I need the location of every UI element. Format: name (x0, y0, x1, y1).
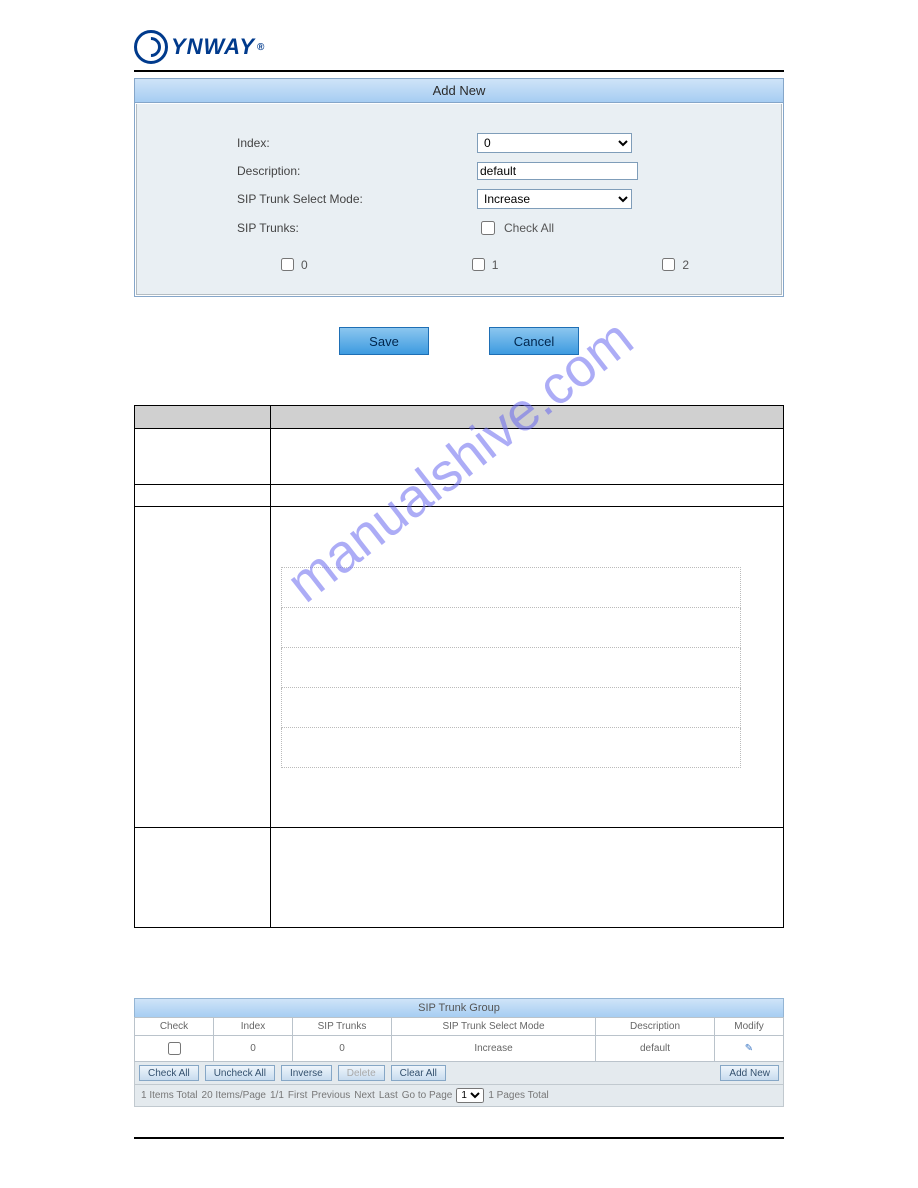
description-label: Description: (137, 164, 477, 178)
logo-icon (134, 30, 168, 64)
th-siptrunks: SIP Trunks (293, 1018, 392, 1036)
logo: YNWAY ® (0, 0, 918, 70)
trunk-2-label: 2 (682, 258, 689, 272)
delete-button[interactable]: Delete (338, 1065, 385, 1081)
select-mode-label: SIP Trunk Select Mode: (137, 192, 477, 206)
spec-inner-grid (281, 567, 741, 767)
cell-siptrunks: 0 (293, 1036, 392, 1062)
row-check[interactable] (168, 1042, 181, 1055)
cell-index: 0 (214, 1036, 293, 1062)
pager-last[interactable]: Last (379, 1090, 398, 1101)
index-select[interactable]: 0 (477, 133, 632, 153)
cancel-button[interactable]: Cancel (489, 327, 579, 355)
logo-text: YNWAY (171, 34, 255, 60)
inverse-button[interactable]: Inverse (281, 1065, 332, 1081)
cell-selectmode: Increase (392, 1036, 596, 1062)
check-all-button[interactable]: Check All (139, 1065, 199, 1081)
pager-frac: 1/1 (270, 1090, 284, 1101)
trunk-0-label: 0 (301, 258, 308, 272)
sip-trunks-label: SIP Trunks: (137, 221, 477, 235)
pager-previous[interactable]: Previous (311, 1090, 350, 1101)
pager-items-total: 1 Items Total (141, 1090, 198, 1101)
index-label: Index: (137, 136, 477, 150)
check-all-label: Check All (504, 221, 554, 235)
pager-goto-label: Go to Page (402, 1090, 453, 1101)
save-button[interactable]: Save (339, 327, 429, 355)
trunk-2-checkbox[interactable] (662, 258, 675, 271)
uncheck-all-button[interactable]: Uncheck All (205, 1065, 275, 1081)
trunk-1-label: 1 (492, 258, 499, 272)
pager: 1 Items Total 20 Items/Page 1/1 First Pr… (134, 1085, 784, 1107)
clear-all-button[interactable]: Clear All (391, 1065, 446, 1081)
trunk-0-checkbox[interactable] (281, 258, 294, 271)
th-index: Index (214, 1018, 293, 1036)
modify-icon[interactable]: ✎ (715, 1036, 784, 1062)
th-modify: Modify (715, 1018, 784, 1036)
description-input[interactable] (477, 162, 638, 180)
trunk-group-table: Check Index SIP Trunks SIP Trunk Select … (134, 1017, 784, 1062)
add-new-title: Add New (135, 79, 783, 103)
spec-table (134, 405, 784, 928)
logo-reg: ® (257, 42, 264, 53)
select-mode-select[interactable]: Increase (477, 189, 632, 209)
pager-perpage: 20 Items/Page (202, 1090, 266, 1101)
pager-goto-select[interactable]: 1 (456, 1088, 484, 1103)
th-description: Description (596, 1018, 715, 1036)
trunk-1-checkbox[interactable] (472, 258, 485, 271)
pager-first[interactable]: First (288, 1090, 307, 1101)
th-selectmode: SIP Trunk Select Mode (392, 1018, 596, 1036)
cell-description: default (596, 1036, 715, 1062)
th-check: Check (135, 1018, 214, 1036)
pager-next[interactable]: Next (354, 1090, 375, 1101)
add-new-panel: Add New Index: 0 Description: SIP Trunk … (134, 78, 784, 297)
check-all-checkbox[interactable] (481, 221, 495, 235)
add-new-button[interactable]: Add New (720, 1065, 779, 1081)
pager-pages-total: 1 Pages Total (488, 1090, 548, 1101)
table-row: 0 0 Increase default ✎ (135, 1036, 784, 1062)
trunk-group-title: SIP Trunk Group (134, 998, 784, 1017)
